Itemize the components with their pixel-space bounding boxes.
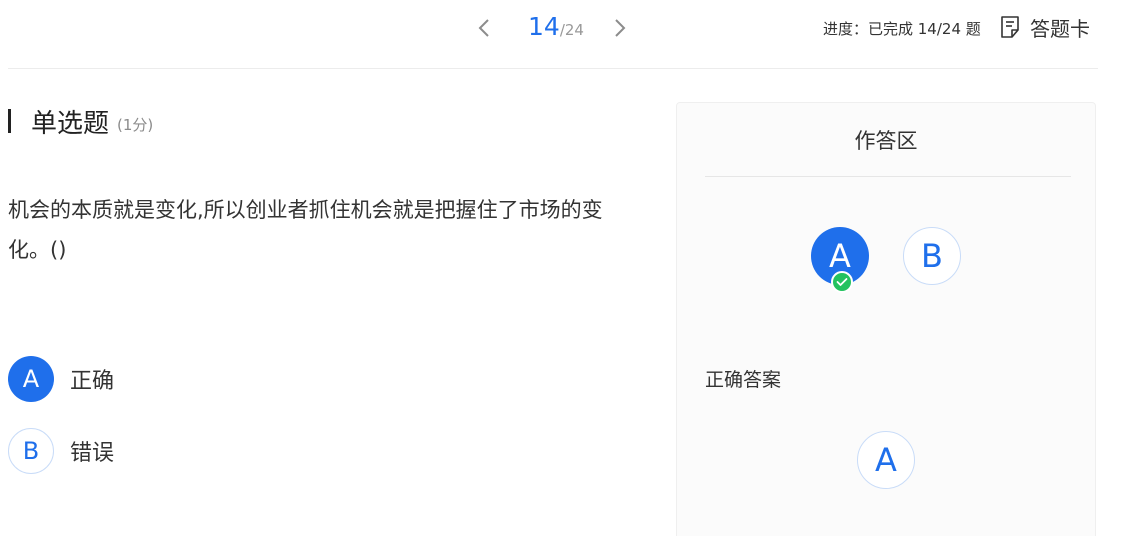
header-divider [8,68,1098,69]
heading-bar [8,109,11,133]
answer-panel: 作答区 A B 正确答案 A [676,102,1096,536]
total-pages: /24 [559,21,584,39]
answer-sheet-label: 答题卡 [1030,16,1090,41]
question-text: 机会的本质就是变化,所以创业者抓住机会就是把握住了市场的变化。() [8,198,603,262]
page-indicator: 14/24 [528,12,584,41]
prev-question-button[interactable] [470,14,498,42]
question-score: (1分) [117,115,154,134]
option-a-circle: A [8,356,54,402]
panel-divider [705,176,1071,177]
option-a-text: 正确 [70,369,115,394]
current-page: 14 [528,12,560,41]
checkmark-icon [831,271,853,293]
option-b-circle: B [8,428,54,474]
panel-title: 作答区 [854,129,918,153]
answer-b-button[interactable]: B [903,227,961,285]
correct-answer-badge: A [857,431,915,489]
exam-page: 14/24 进度：已完成 14/24 题 答题卡 单选题 (1分) 机会的本质就… [0,0,1144,536]
question-type: 单选题 [31,108,110,139]
correct-answer-label: 正确答案 [705,369,782,391]
progress-text: 进度：已完成 14/24 题 [823,20,981,38]
answer-sheet-icon [1001,16,1019,38]
chevron-left-icon [478,19,489,37]
question-type-heading: 单选题 (1分) [8,104,154,139]
question-pager: 14/24 [470,10,640,46]
option-a[interactable]: A 正确 [8,356,114,402]
chevron-right-icon [615,19,626,37]
answer-sheet-button[interactable]: 答题卡 [1000,12,1090,42]
next-question-button[interactable] [606,14,634,42]
option-b-text: 错误 [70,441,115,466]
option-b[interactable]: B 错误 [8,428,114,474]
